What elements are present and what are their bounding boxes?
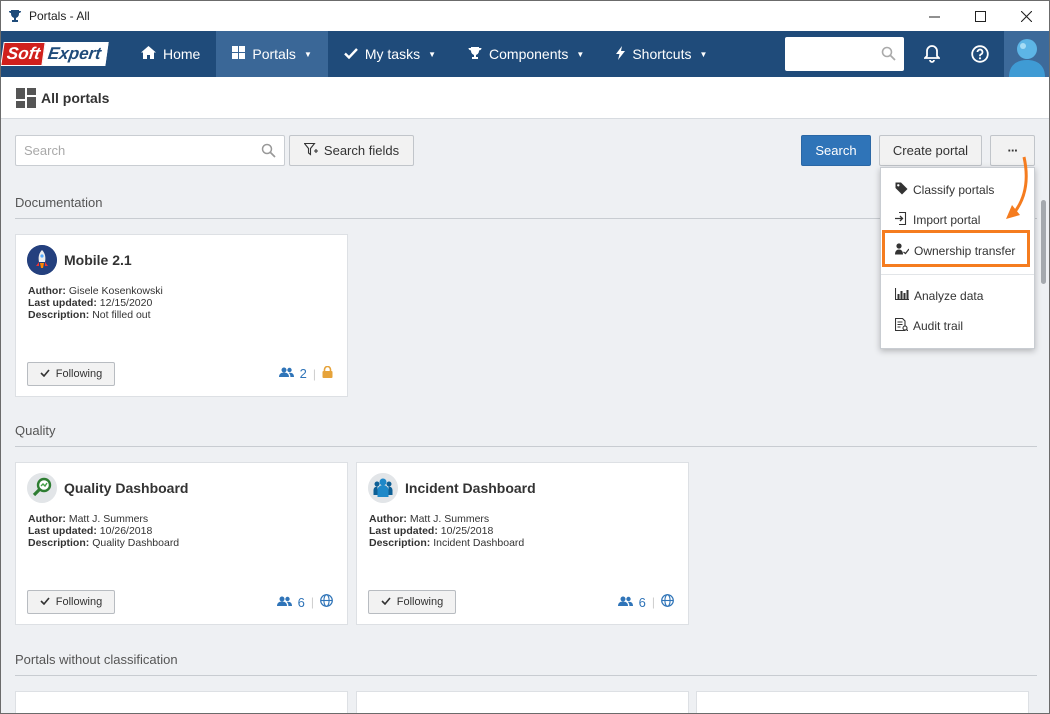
help-icon[interactable]: [956, 31, 1004, 77]
filter-icon: [303, 142, 318, 159]
card-meta: Author: Matt J. Summers Last updated: 10…: [369, 513, 525, 549]
card-meta: Author: Matt J. Summers Last updated: 10…: [28, 513, 180, 549]
check-icon: [344, 46, 358, 62]
portal-card-mobile[interactable]: Mobile 2.1 Author: Gisele Kosenkowski La…: [15, 234, 348, 397]
import-icon: [895, 211, 908, 228]
people-icon: [368, 473, 398, 503]
menu-item-import-portal[interactable]: Import portal: [895, 211, 980, 228]
section-title-documentation: Documentation: [15, 195, 103, 210]
scrollbar-thumb[interactable]: [1041, 200, 1046, 284]
dashboard-icon: [16, 87, 36, 108]
nav-portals[interactable]: Portals ▼: [216, 31, 328, 77]
home-icon: [141, 46, 156, 62]
close-button[interactable]: [1003, 1, 1049, 31]
trophy-icon: [468, 46, 482, 63]
portal-card-quality-dashboard[interactable]: Quality Dashboard Author: Matt J. Summer…: [15, 462, 348, 625]
global-search-input[interactable]: [785, 37, 904, 71]
page-title: All portals: [41, 89, 110, 106]
rocket-icon: [27, 245, 57, 275]
search-icon: [261, 143, 276, 161]
search-button[interactable]: Search: [801, 135, 871, 166]
menu-item-analyze-data[interactable]: Analyze data: [894, 288, 983, 303]
chevron-down-icon: ▼: [699, 49, 708, 59]
nav-home[interactable]: Home: [125, 31, 216, 77]
portal-card-incident-dashboard[interactable]: Incident Dashboard Author: Matt J. Summe…: [356, 462, 689, 625]
window-title: Portals - All: [29, 9, 90, 23]
check-icon: [381, 596, 391, 608]
following-button[interactable]: Following: [27, 362, 115, 386]
section-divider: [15, 675, 1037, 676]
bar-chart-icon: [894, 288, 909, 303]
check-icon: [40, 596, 50, 608]
chevron-down-icon: ▼: [428, 49, 437, 59]
section-divider: [15, 446, 1037, 447]
magnifier-chart-icon: [27, 473, 57, 503]
create-portal-button[interactable]: Create portal: [879, 135, 982, 166]
section-title-quality: Quality: [15, 423, 56, 438]
maximize-button[interactable]: [957, 1, 1003, 31]
bell-icon[interactable]: [908, 31, 956, 77]
trophy-icon: [7, 8, 23, 24]
menu-item-classify-portals[interactable]: Classify portals: [895, 182, 994, 198]
card-title[interactable]: Incident Dashboard: [405, 480, 536, 496]
annotation-arrow: [1006, 156, 1028, 219]
portal-card[interactable]: [696, 691, 1029, 714]
users-icon[interactable]: [278, 366, 294, 381]
following-button[interactable]: Following: [27, 590, 115, 614]
minimize-button[interactable]: [911, 1, 957, 31]
card-title[interactable]: Mobile 2.1: [64, 252, 132, 268]
nav-my-tasks[interactable]: My tasks ▼: [328, 31, 452, 77]
check-icon: [40, 368, 50, 380]
nav-components[interactable]: Components ▼: [452, 31, 600, 77]
card-stats: 6 |: [276, 594, 333, 610]
audit-icon: [894, 317, 909, 334]
nav-shortcuts[interactable]: Shortcuts ▼: [600, 31, 723, 77]
card-stats: 2 |: [278, 365, 333, 381]
globe-icon: [661, 594, 674, 610]
portal-card[interactable]: [15, 691, 348, 714]
card-meta: Author: Gisele Kosenkowski Last updated:…: [28, 285, 163, 321]
users-icon[interactable]: [617, 595, 633, 610]
chevron-down-icon: ▼: [576, 49, 585, 59]
card-title[interactable]: Quality Dashboard: [64, 480, 188, 496]
lock-icon: [322, 365, 333, 381]
softexpert-logo[interactable]: Soft Expert: [0, 42, 115, 66]
portal-card[interactable]: [356, 691, 689, 714]
menu-item-audit-trail[interactable]: Audit trail: [894, 317, 963, 334]
lightning-icon: [616, 45, 626, 63]
dashboard-icon: [232, 46, 246, 62]
highlight-box: [882, 230, 1030, 267]
page-header: All portals: [0, 77, 1050, 119]
avatar[interactable]: [1004, 31, 1050, 77]
section-title-unclassified: Portals without classification: [15, 652, 178, 667]
globe-icon: [320, 594, 333, 610]
following-button[interactable]: Following: [368, 590, 456, 614]
search-fields-button[interactable]: Search fields: [289, 135, 414, 166]
window-titlebar: Portals - All: [0, 0, 1050, 31]
tag-icon: [895, 182, 908, 198]
main-navbar: Soft Expert Home Portals ▼ My tasks ▼ Com…: [0, 31, 1050, 77]
chevron-down-icon: ▼: [303, 49, 312, 59]
users-icon[interactable]: [276, 595, 292, 610]
portal-search-input[interactable]: Search: [15, 135, 285, 166]
search-icon: [881, 46, 896, 64]
card-stats: 6 |: [617, 594, 674, 610]
